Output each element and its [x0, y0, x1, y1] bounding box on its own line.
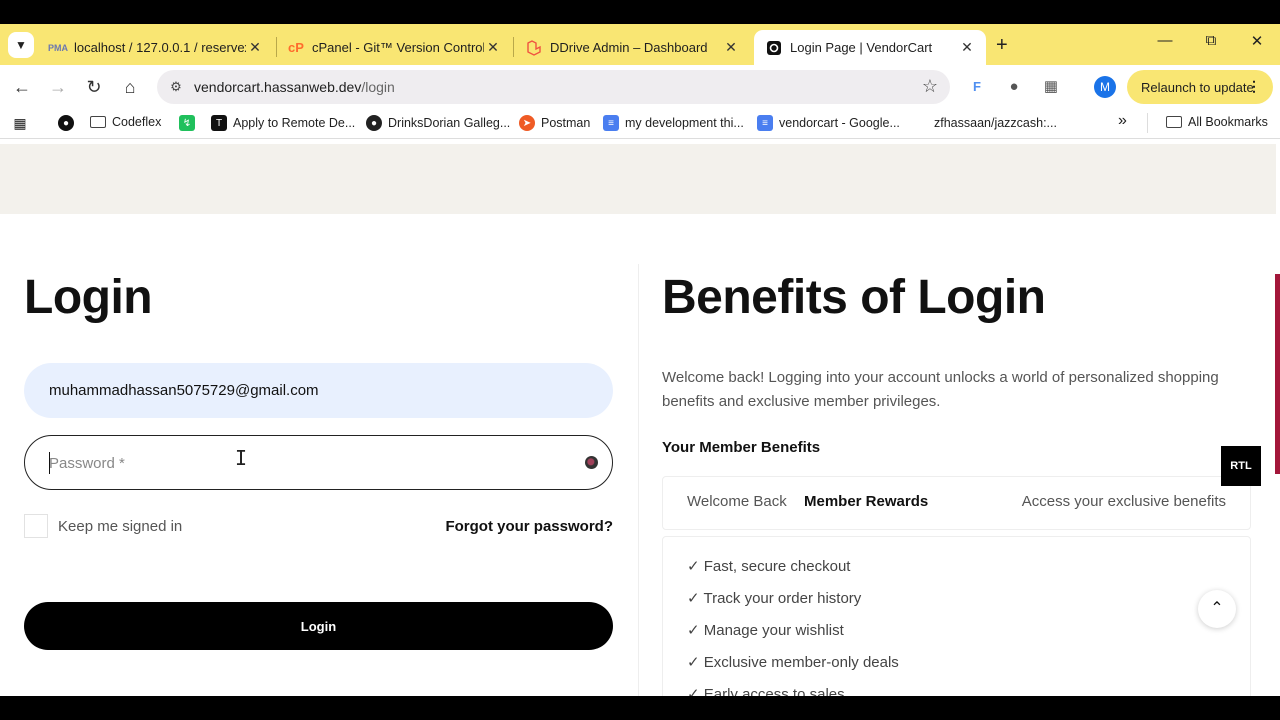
tab-search-button[interactable]: ▼ — [8, 32, 34, 58]
reload-icon[interactable]: ↻ — [82, 75, 106, 99]
minimize-button[interactable]: — — [1150, 32, 1180, 49]
tab-welcome-back[interactable]: Welcome Back — [687, 493, 787, 510]
password-field-wrapper[interactable] — [24, 435, 613, 490]
benefits-description: Welcome back! Logging into your account … — [662, 369, 1219, 410]
url-path: /login — [361, 79, 395, 95]
bookmark-my-development[interactable]: ≡ my development thi... — [603, 115, 744, 131]
bookmark-jazzcash[interactable]: zfhassaan/jazzcash:... — [912, 115, 1057, 131]
camera-icon[interactable]: ● — [1003, 76, 1025, 98]
bookmark-star-icon[interactable]: ☆ — [922, 76, 938, 97]
login-title: Login — [24, 271, 153, 324]
folder-icon — [90, 116, 106, 128]
login-button[interactable]: Login — [24, 602, 613, 650]
password-field[interactable] — [49, 450, 569, 476]
close-icon[interactable]: ✕ — [484, 39, 502, 56]
keep-signed-in-label: Keep me signed in — [58, 518, 183, 535]
keep-signed-in-checkbox[interactable] — [24, 514, 48, 538]
address-bar[interactable]: ⚙ vendorcart.hassanweb.dev /login ☆ — [157, 70, 950, 104]
benefits-tabs: Welcome Back Member Rewards Access your … — [662, 476, 1251, 530]
remote-icon: T — [211, 115, 227, 131]
bookmark-drinks[interactable]: ● DrinksDorian Galleg... — [366, 115, 510, 131]
list-item: ✓ Manage your wishlist — [687, 622, 844, 639]
zap-icon: ↯ — [179, 115, 195, 131]
benefits-list: ✓ Fast, secure checkout ✓ Track your ord… — [662, 536, 1251, 696]
globe-icon[interactable]: ● — [58, 115, 80, 131]
docs-icon: ≡ — [603, 115, 619, 131]
all-bookmarks[interactable]: All Bookmarks — [1166, 115, 1268, 129]
laravel-icon — [526, 39, 542, 56]
text-caret — [49, 452, 50, 474]
extension-icon[interactable]: F — [966, 76, 988, 98]
relaunch-label: Relaunch to update — [1141, 79, 1254, 95]
chevron-down-icon: ▼ — [15, 38, 27, 52]
tab-title: Login Page | VendorCart — [790, 40, 933, 55]
page-banner — [0, 144, 1276, 214]
member-benefits-heading: Your Member Benefits — [662, 439, 821, 456]
rtl-toggle-button[interactable]: RTL — [1221, 446, 1261, 486]
close-icon[interactable]: ✕ — [722, 39, 740, 56]
list-item: ✓ Early access to sales — [687, 686, 845, 696]
tab-title: DDrive Admin – Dashboard — [550, 40, 708, 55]
more-bookmarks-button[interactable]: » — [1118, 112, 1127, 130]
list-item: ✓ Fast, secure checkout — [687, 558, 851, 575]
tab-title: cPanel - Git™ Version Control — [312, 40, 484, 55]
folder-icon — [1166, 116, 1182, 128]
bookmark-separator — [1147, 113, 1148, 133]
new-tab-button[interactable]: + — [996, 34, 1008, 57]
close-window-button[interactable]: ✕ — [1242, 32, 1272, 50]
home-icon[interactable]: ⌂ — [118, 75, 142, 99]
close-icon[interactable]: ✕ — [246, 39, 264, 56]
bookmark-postman[interactable]: ➤ Postman — [519, 115, 590, 131]
site-info-icon[interactable]: ⚙ — [165, 79, 187, 95]
globe-icon: ● — [366, 115, 382, 131]
browser-toolbar: ← → ↻ ⌂ ⚙ vendorcart.hassanweb.dev /logi… — [0, 65, 1280, 109]
forward-icon[interactable]: → — [46, 75, 70, 99]
email-field[interactable] — [24, 363, 613, 418]
back-icon[interactable]: ← — [10, 75, 34, 99]
restore-button[interactable]: ⧉ — [1196, 32, 1226, 49]
close-icon[interactable]: ✕ — [958, 39, 976, 56]
forgot-password-link[interactable]: Forgot your password? — [445, 518, 613, 535]
tab-vendorcart-login[interactable]: Login Page | VendorCart ✕ — [754, 30, 986, 65]
apps-grid-icon[interactable]: ▦ — [12, 115, 34, 131]
bookmark-zap[interactable]: ↯ — [179, 115, 201, 131]
bookmark-apply-remote[interactable]: T Apply to Remote De... — [211, 115, 355, 131]
docs-icon: ≡ — [757, 115, 773, 131]
browser-window: ▼ PMA localhost / 127.0.0.1 / reservex ✕… — [0, 24, 1280, 696]
column-divider — [638, 264, 639, 696]
more-vert-icon[interactable]: ⋮ — [1247, 78, 1261, 95]
phpmyadmin-icon: PMA — [48, 42, 68, 53]
scroll-indicator[interactable] — [1275, 274, 1280, 474]
url-host: vendorcart.hassanweb.dev — [194, 79, 362, 95]
list-item: ✓ Exclusive member-only deals — [687, 654, 899, 671]
tab-ddrive[interactable]: DDrive Admin – Dashboard ✕ — [514, 30, 750, 65]
avatar[interactable]: M — [1094, 76, 1116, 98]
list-item: ✓ Track your order history — [687, 590, 862, 607]
bottom-black-bar — [0, 696, 1280, 720]
tab-strip: ▼ PMA localhost / 127.0.0.1 / reservex ✕… — [0, 24, 1280, 65]
bookmarks-bar: ▦ ● Codeflex ↯ T Apply to Remote De... ●… — [0, 109, 1280, 139]
chevron-up-icon: ⌃ — [1210, 600, 1224, 617]
tab-title: localhost / 127.0.0.1 / reservex — [74, 40, 246, 55]
relaunch-button[interactable]: Relaunch to update ⋮ — [1127, 70, 1273, 104]
benefits-title: Benefits of Login — [662, 271, 1046, 324]
bookmark-codeflex[interactable]: Codeflex — [90, 115, 161, 129]
vendorcart-icon — [766, 40, 782, 56]
eye-icon[interactable] — [585, 456, 598, 469]
postman-icon: ➤ — [519, 115, 535, 131]
bookmark-vendorcart-docs[interactable]: ≡ vendorcart - Google... — [757, 115, 900, 131]
cpanel-icon: cP — [288, 40, 304, 55]
tab-cpanel[interactable]: cP cPanel - Git™ Version Control ✕ — [276, 30, 512, 65]
text-cursor-icon: I — [235, 446, 248, 470]
tab-access-benefits[interactable]: Access your exclusive benefits — [1022, 493, 1226, 510]
scroll-to-top-button[interactable]: ⌃ — [1198, 590, 1236, 628]
github-icon — [912, 115, 928, 131]
extensions-puzzle-icon[interactable]: ▦ — [1040, 76, 1062, 98]
tab-phpmyadmin[interactable]: PMA localhost / 127.0.0.1 / reservex ✕ — [38, 30, 274, 65]
page-content: Login I Keep me signed in Forgot your pa… — [0, 140, 1280, 696]
tab-member-rewards[interactable]: Member Rewards — [804, 493, 928, 510]
